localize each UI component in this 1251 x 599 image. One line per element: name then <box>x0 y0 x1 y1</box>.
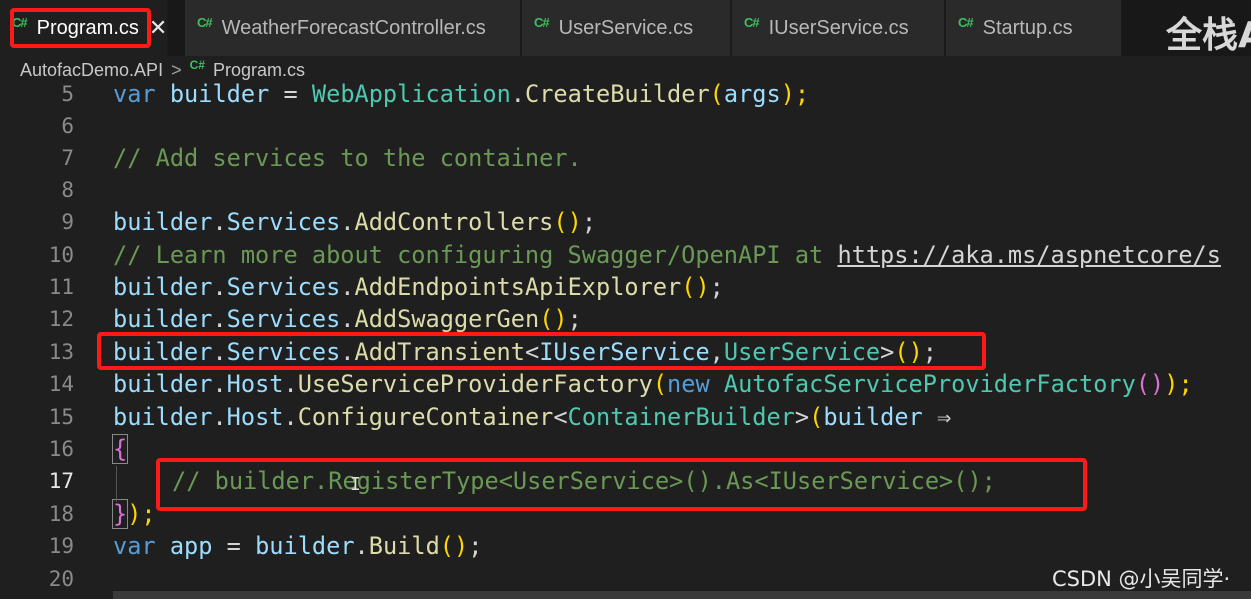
code-line: 6 <box>0 110 1251 142</box>
line-number: 15 <box>48 405 74 429</box>
code-line: 8 <box>0 174 1251 206</box>
close-icon[interactable]: ✕ <box>149 15 167 41</box>
matched-brace: { <box>111 434 129 464</box>
code-comment: // builder.RegisterType<UserService>().A… <box>172 467 996 495</box>
code-text: { <box>111 433 129 465</box>
tab-weatherforecastcontroller-cs[interactable]: C# WeatherForecastController.cs <box>185 0 521 56</box>
code-comment: // Add services to the container. <box>113 144 582 172</box>
tab-label: Startup.cs <box>982 16 1073 39</box>
line-number: 8 <box>61 178 74 202</box>
code-line: 16 { <box>0 433 1251 465</box>
watermark-bottom: CSDN @小吴同学· <box>1052 567 1231 591</box>
code-text: builder.Services.AddSwaggerGen(); <box>113 305 582 333</box>
line-number: 13 <box>48 340 74 364</box>
code-editor[interactable]: 5 var builder = WebApplication.CreateBui… <box>0 80 1251 599</box>
line-number: 18 <box>48 502 74 526</box>
line-number: 6 <box>61 114 74 138</box>
code-text: }); <box>111 499 156 529</box>
csharp-file-icon: C# <box>189 58 205 72</box>
text-cursor-icon: I <box>350 474 361 495</box>
tab-label: IUserService.cs <box>768 16 909 39</box>
tab-label: Program.cs <box>36 16 139 39</box>
line-number: 11 <box>48 275 74 299</box>
tab-userservice-cs[interactable]: C# UserService.cs <box>522 0 731 56</box>
watermark-top: 全栈A <box>1166 15 1251 56</box>
indent-guide <box>116 466 117 502</box>
code-line-current: 17 // builder.RegisterType<UserService>(… <box>0 465 1251 497</box>
code-line: 9 builder.Services.AddControllers(); <box>0 206 1251 238</box>
tab-program-cs[interactable]: C# Program.cs ✕ <box>0 0 168 56</box>
line-number: 20 <box>48 567 74 591</box>
line-number: 7 <box>61 146 74 170</box>
code-line: 11 builder.Services.AddEndpointsApiExplo… <box>0 271 1251 303</box>
code-text: builder.Services.AddEndpointsApiExplorer… <box>113 273 724 301</box>
code-line: 14 builder.Host.UseServiceProviderFactor… <box>0 368 1251 400</box>
tab-startup-cs[interactable]: C# Startup.cs <box>946 0 1122 56</box>
csharp-file-icon: C# <box>197 14 213 30</box>
code-line: 19 var app = builder.Build(); <box>0 530 1251 562</box>
code-line: 7 // Add services to the container. <box>0 142 1251 174</box>
tab-label: UserService.cs <box>558 16 694 39</box>
code-text: builder.Services.AddTransient<IUserServi… <box>113 338 938 366</box>
code-text: builder.Host.ConfigureContainer<Containe… <box>113 403 952 431</box>
csharp-file-icon: C# <box>12 14 28 30</box>
csharp-file-icon: C# <box>744 14 760 30</box>
csharp-file-icon: C# <box>958 14 974 30</box>
line-number: 19 <box>48 534 74 558</box>
code-text: var app = builder.Build(); <box>113 532 483 560</box>
code-line: 13 builder.Services.AddTransient<IUserSe… <box>0 336 1251 368</box>
code-line: 12 builder.Services.AddSwaggerGen(); <box>0 303 1251 335</box>
code-line: 18 }); <box>0 498 1251 530</box>
tab-label: WeatherForecastController.cs <box>221 16 486 39</box>
code-line: 10 // Learn more about configuring Swagg… <box>0 239 1251 271</box>
code-line: 15 builder.Host.ConfigureContainer<Conta… <box>0 401 1251 433</box>
code-text: builder.Services.AddControllers(); <box>113 208 597 236</box>
code-text: var builder = WebApplication.CreateBuild… <box>113 80 810 108</box>
code-line: 5 var builder = WebApplication.CreateBui… <box>0 78 1251 110</box>
editor-tab-bar: C# Program.cs ✕ C# WeatherForecastContro… <box>0 0 1251 56</box>
csharp-file-icon: C# <box>534 14 550 30</box>
line-number: 10 <box>48 243 74 267</box>
line-number: 9 <box>61 210 74 234</box>
line-number: 17 <box>48 469 74 493</box>
line-number: 5 <box>61 82 74 106</box>
url-link[interactable]: https://aka.ms/aspnetcore/s <box>837 241 1221 269</box>
tab-iuserservice-cs[interactable]: C# IUserService.cs <box>732 0 945 56</box>
code-text: builder.Host.UseServiceProviderFactory(n… <box>113 370 1193 398</box>
code-text: // Learn more about configuring Swagger/… <box>113 241 1221 269</box>
line-number: 16 <box>48 437 74 461</box>
line-number: 12 <box>48 307 74 331</box>
line-number: 14 <box>48 372 74 396</box>
